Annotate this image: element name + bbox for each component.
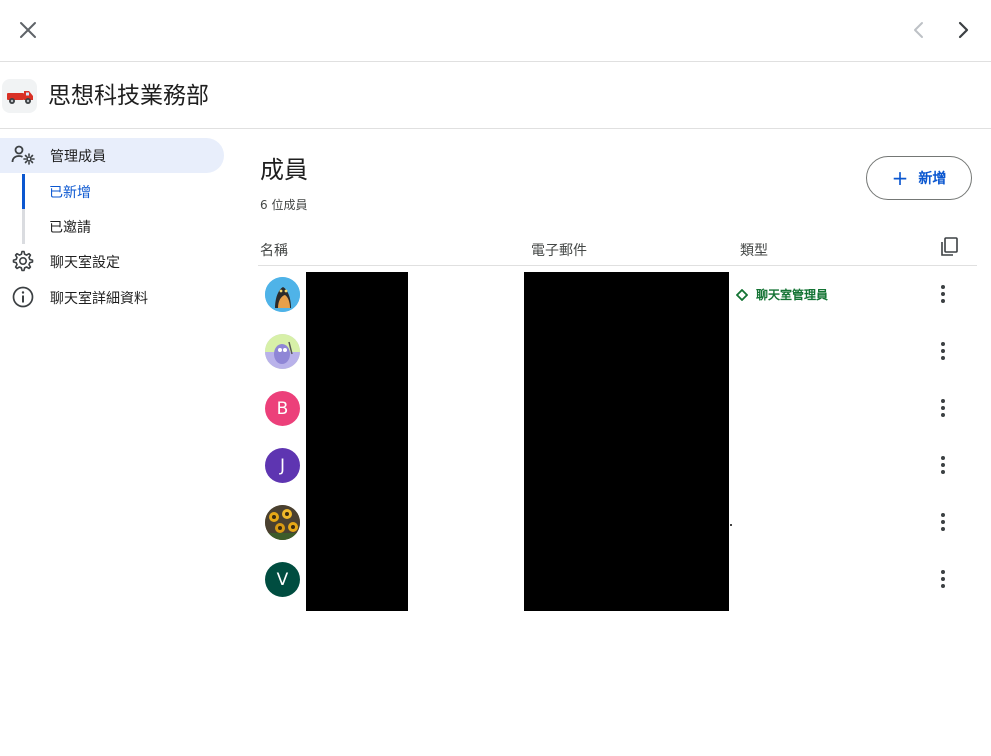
more-vert-icon (941, 456, 945, 474)
sidebar-subitem-invited[interactable]: 已邀請 (22, 209, 222, 244)
more-options-button[interactable] (931, 337, 955, 365)
top-bar (0, 0, 991, 62)
more-vert-icon (941, 399, 945, 417)
stray-mark (730, 524, 732, 526)
more-options-button[interactable] (931, 565, 955, 593)
sidebar-item-label: 管理成員 (50, 148, 106, 165)
chevron-right-icon (958, 21, 969, 39)
table-header: 名稱 電子郵件 類型 (258, 234, 977, 266)
gear-icon (11, 249, 35, 273)
more-options-button[interactable] (931, 451, 955, 479)
plus-icon: + (891, 166, 909, 190)
sidebar-item-room-details[interactable]: 聊天室詳細資料 (0, 280, 224, 315)
sidebar-subitem-label: 已邀請 (49, 219, 91, 236)
avatar (265, 505, 300, 540)
sidebar-item-label: 聊天室設定 (50, 254, 120, 271)
sidebar-subitem-label: 已新增 (49, 184, 91, 201)
more-vert-icon (941, 570, 945, 588)
redacted-emails (524, 272, 729, 611)
add-member-button[interactable]: + 新增 (866, 156, 972, 200)
more-vert-icon (941, 342, 945, 360)
avatar (265, 334, 300, 369)
sidebar-item-manage-members[interactable]: 管理成員 (0, 138, 224, 173)
more-options-button[interactable] (931, 394, 955, 422)
column-header-name: 名稱 (260, 243, 288, 259)
avatar-initial: J (279, 455, 285, 476)
person-gear-icon (11, 143, 35, 167)
more-vert-icon (941, 513, 945, 531)
chevron-left-icon (914, 22, 923, 38)
sidebar-item-label: 聊天室詳細資料 (50, 290, 148, 307)
close-icon (20, 22, 36, 38)
avatar-initial: V (276, 569, 289, 590)
more-options-button[interactable] (931, 280, 955, 308)
room-title: 思想科技業務部 (48, 83, 209, 109)
member-role-label: 聊天室管理員 (756, 288, 829, 302)
next-button[interactable] (947, 14, 979, 46)
page-title: 成員 (260, 156, 308, 184)
copy-icon (941, 237, 958, 256)
avatar (265, 277, 300, 312)
avatar: V (265, 562, 300, 597)
truck-icon (6, 91, 33, 104)
sidebar-item-room-settings[interactable]: 聊天室設定 (0, 244, 224, 279)
member-count: 6 位成員 (260, 198, 308, 212)
more-vert-icon (941, 285, 945, 303)
active-indicator (22, 174, 25, 209)
avatar: J (265, 448, 300, 483)
avatar: B (265, 391, 300, 426)
column-header-type: 類型 (740, 243, 768, 259)
redacted-names (306, 272, 408, 611)
room-header: 思想科技業務部 (0, 63, 991, 129)
sidebar-subitem-added[interactable]: 已新增 (22, 174, 222, 209)
copy-button[interactable] (939, 236, 961, 258)
add-member-label: 新增 (918, 171, 947, 187)
room-avatar (2, 79, 37, 113)
column-header-email: 電子郵件 (531, 243, 587, 259)
previous-button[interactable] (903, 14, 935, 46)
indicator-track (22, 209, 25, 244)
info-icon (11, 285, 35, 309)
avatar-initial: B (276, 398, 289, 419)
more-options-button[interactable] (931, 508, 955, 536)
member-role: 聊天室管理員 (736, 286, 828, 303)
diamond-icon (736, 288, 748, 301)
close-button[interactable] (12, 14, 44, 46)
